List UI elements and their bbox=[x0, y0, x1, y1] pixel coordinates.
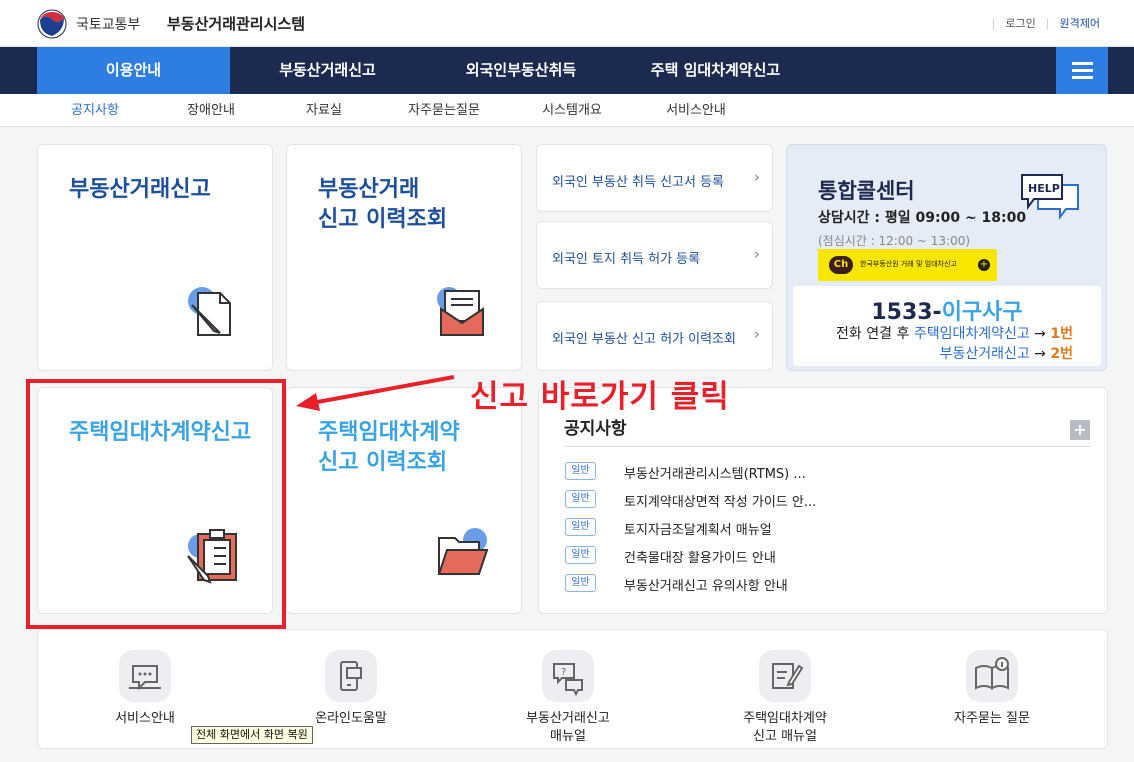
card-title-line1: 주택임대차계약 bbox=[318, 420, 460, 445]
callcenter-phone-box: 1533-이구사구 전화 연결 후 주택임대차계약신고 → 1번 부동산거래신고… bbox=[793, 286, 1101, 366]
kakao-channel-icon: Ch bbox=[829, 256, 853, 274]
notice-item-title[interactable]: 토지자금조달계획서 매뉴얼 bbox=[624, 519, 772, 538]
nav-item-real-estate-report[interactable]: 부동산거래신고 bbox=[230, 47, 425, 94]
main-nav: 이용안내 부동산거래신고 외국인부동산취득 주택 임대차계약신고 bbox=[0, 47, 1134, 94]
quick-link-lease-manual[interactable]: 주택임대차계약 신고 매뉴얼 bbox=[705, 630, 865, 748]
chevron-right-icon: › bbox=[754, 168, 760, 186]
nav-item-guide[interactable]: 이용안내 bbox=[37, 47, 230, 94]
sub-nav: 공지사항 장애안내 자료실 자주묻는질문 시스템개요 서비스안내 bbox=[0, 94, 1134, 127]
phone-number: 1533-이구사구 bbox=[871, 300, 1023, 325]
annotation-highlight-box bbox=[26, 379, 286, 629]
subnav-item-outage[interactable]: 장애안내 bbox=[171, 94, 251, 127]
book-info-icon bbox=[966, 650, 1018, 702]
login-link[interactable]: 로그인 bbox=[1005, 15, 1035, 31]
quick-link-report-manual[interactable]: ? 부동산거래신고 매뉴얼 bbox=[488, 630, 648, 748]
quick-link-faq[interactable]: 자주묻는 질문 bbox=[912, 630, 1072, 748]
lease-history-card[interactable]: 주택임대차계약 신고 이력조회 bbox=[286, 387, 522, 614]
nav-item-lease-report[interactable]: 주택 임대차계약신고 bbox=[617, 47, 814, 94]
system-name[interactable]: 부동산거래관리시스템 bbox=[167, 13, 305, 34]
card-title: 부동산거래 신고 이력조회 bbox=[318, 175, 447, 235]
top-bar: 국토교통부 부동산거래관리시스템 | 로그인 | 원격제어 bbox=[0, 0, 1134, 47]
remote-control-link[interactable]: 원격제어 bbox=[1060, 15, 1100, 31]
notice-title: 공지사항 bbox=[564, 419, 627, 439]
svg-text:HELP: HELP bbox=[1028, 182, 1060, 195]
phone-route-lease: 전화 연결 후 주택임대차계약신고 → 1번 bbox=[836, 326, 1073, 342]
foreign-link-land-permit[interactable]: 외국인 토지 취득 허가 등록 › bbox=[536, 221, 773, 289]
notice-item-title[interactable]: 부동산거래신고 유의사항 안내 bbox=[624, 575, 788, 594]
category-badge: 일반 bbox=[565, 462, 596, 480]
mobile-help-icon bbox=[325, 650, 377, 702]
mail-document-icon bbox=[437, 287, 484, 336]
edit-document-icon bbox=[759, 650, 811, 702]
open-folder-icon bbox=[437, 528, 489, 575]
category-badge: 일반 bbox=[565, 490, 596, 508]
callcenter-title: 통합콜센터 bbox=[818, 179, 915, 203]
link-label: 외국인 토지 취득 허가 등록 bbox=[552, 252, 701, 267]
kakao-channel-button[interactable]: Ch 한국부동산원 거래 및 임대차신고 + bbox=[818, 249, 997, 281]
quick-link-label: 주택임대차계약 신고 매뉴얼 bbox=[743, 711, 827, 744]
link-label: 외국인 부동산 신고 허가 이력조회 bbox=[552, 332, 736, 347]
card-title: 주택임대차계약 신고 이력조회 bbox=[318, 418, 460, 478]
phone-route-report: 부동산거래신고 → 2번 bbox=[939, 346, 1073, 362]
chevron-right-icon: › bbox=[754, 325, 760, 343]
notice-more-button[interactable]: + bbox=[1070, 420, 1090, 440]
foreign-link-register[interactable]: 외국인 부동산 취득 신고서 등록 › bbox=[536, 144, 773, 212]
notice-item-title[interactable]: 건축물대장 활용가이드 안내 bbox=[624, 547, 776, 566]
card-title-line1: 부동산거래 bbox=[318, 177, 420, 202]
subnav-item-faq[interactable]: 자주묻는질문 bbox=[394, 94, 494, 127]
card-title-line2: 신고 이력조회 bbox=[318, 450, 448, 475]
card-title: 부동산거래신고 bbox=[69, 177, 211, 202]
restore-screen-tooltip: 전체 화면에서 화면 복원 bbox=[191, 726, 313, 744]
svg-text:?: ? bbox=[561, 667, 566, 678]
ministry-name[interactable]: 국토교통부 bbox=[76, 14, 140, 34]
category-badge: 일반 bbox=[565, 574, 596, 592]
question-chat-icon: ? bbox=[542, 650, 594, 702]
nav-item-foreign-acquisition[interactable]: 외국인부동산취득 bbox=[425, 47, 617, 94]
notice-item-title[interactable]: 부동산거래관리시스템(RTMS) ... bbox=[624, 463, 806, 482]
real-estate-report-card[interactable]: 부동산거래신고 bbox=[37, 144, 273, 371]
service-chat-icon bbox=[119, 650, 171, 702]
chevron-right-icon: › bbox=[754, 245, 760, 263]
government-logo-icon[interactable] bbox=[36, 9, 68, 39]
annotation-arrow-icon bbox=[296, 375, 455, 411]
card-title-line2: 신고 이력조회 bbox=[318, 207, 448, 232]
document-pen-icon bbox=[188, 287, 231, 336]
subnav-item-overview[interactable]: 시스템개요 bbox=[527, 94, 617, 127]
callcenter-hours: 상담시간 : 평일 09:00 ~ 18:00 bbox=[818, 210, 1027, 226]
menu-icon[interactable] bbox=[1056, 47, 1108, 94]
category-badge: 일반 bbox=[565, 518, 596, 536]
callcenter-lunch: (점심시간 : 12:00 ~ 13:00) bbox=[818, 234, 971, 248]
notice-item-title[interactable]: 토지계약대상면적 작성 가이드 안... bbox=[624, 491, 816, 510]
divider bbox=[564, 446, 1091, 447]
link-label: 외국인 부동산 취득 신고서 등록 bbox=[552, 175, 725, 190]
kakao-channel-label: 한국부동산원 거래 및 임대차신고 bbox=[860, 260, 957, 268]
category-badge: 일반 bbox=[565, 546, 596, 564]
real-estate-history-card[interactable]: 부동산거래 신고 이력조회 bbox=[286, 144, 522, 371]
foreign-link-history[interactable]: 외국인 부동산 신고 허가 이력조회 › bbox=[536, 301, 773, 371]
quick-link-label: 부동산거래신고 매뉴얼 bbox=[526, 711, 610, 744]
notice-board: 공지사항 + 일반 부동산거래관리시스템(RTMS) ... 일반 토지계약대상… bbox=[538, 387, 1108, 614]
subnav-item-notice[interactable]: 공지사항 bbox=[55, 94, 135, 127]
top-links: | 로그인 | 원격제어 bbox=[991, 15, 1100, 31]
quick-link-label: 자주묻는 질문 bbox=[954, 711, 1030, 726]
subnav-item-library[interactable]: 자료실 bbox=[284, 94, 364, 127]
subnav-item-service[interactable]: 서비스안내 bbox=[651, 94, 741, 127]
help-speech-icon: HELP bbox=[1021, 174, 1079, 220]
annotation-text: 신고 바로가기 클릭 bbox=[470, 379, 730, 415]
callcenter-panel: 통합콜센터 HELP 상담시간 : 평일 09:00 ~ 18:00 (점심시간… bbox=[786, 144, 1107, 371]
plus-icon: + bbox=[978, 259, 990, 271]
